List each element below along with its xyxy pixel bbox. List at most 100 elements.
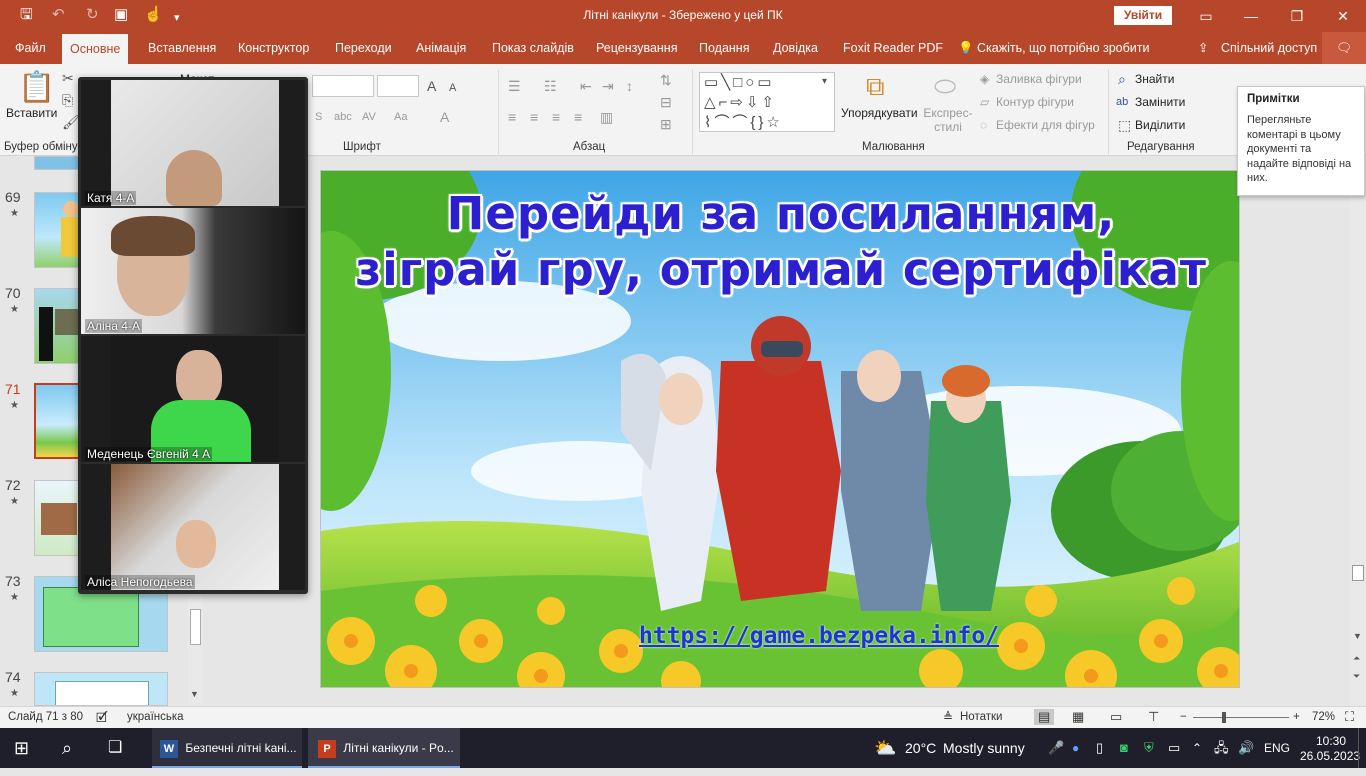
zoom-app-icon[interactable]: ● xyxy=(1072,728,1079,768)
task-view-icon[interactable]: ❏ xyxy=(108,728,122,768)
shapes-scroll-icon[interactable]: ▾ xyxy=(822,74,827,90)
bullets-icon[interactable]: ☰ xyxy=(508,78,521,94)
weather-icon[interactable]: ⛅ xyxy=(874,728,896,768)
paste-button[interactable]: Вставити xyxy=(6,106,57,120)
align-center-icon[interactable]: ≡ xyxy=(530,109,538,125)
current-slide[interactable]: Перейди за посиланням, зіграй гру, отрим… xyxy=(320,170,1240,688)
zoom-slider[interactable] xyxy=(1193,717,1289,718)
display-icon[interactable]: ▭ xyxy=(1168,728,1180,768)
zoom-slider-thumb[interactable] xyxy=(1222,712,1226,723)
close-button[interactable]: ✕ xyxy=(1320,0,1366,32)
tab-transitions[interactable]: Переходи xyxy=(335,32,392,64)
arrange-button[interactable]: Упорядкувати xyxy=(841,106,918,120)
participant-tile[interactable]: Аліса Непогодьева xyxy=(81,464,305,590)
ribbon-display-icon[interactable]: ▭ xyxy=(1183,0,1229,32)
participant-tile[interactable]: Аліна 4-А xyxy=(81,208,305,334)
participant-tile[interactable]: Меденець Євгеній 4 А xyxy=(81,336,305,462)
copy-icon[interactable]: ⎘ xyxy=(62,92,73,108)
find-button[interactable]: Знайти xyxy=(1135,72,1174,86)
tab-animations[interactable]: Анімація xyxy=(416,32,466,64)
taskbar-powerpoint-item[interactable]: P Літні канікули - Po... xyxy=(308,728,460,768)
replace-button[interactable]: Замінити xyxy=(1135,95,1185,109)
slide-scrollbar[interactable]: ▼ ⏶ ⏷ xyxy=(1350,157,1366,706)
tab-review[interactable]: Рецензування xyxy=(596,32,677,64)
restore-button[interactable]: ❐ xyxy=(1274,0,1320,32)
align-left-icon[interactable]: ≡ xyxy=(508,109,516,125)
increase-indent-icon[interactable]: ⇥ xyxy=(602,78,614,94)
font-color-icon[interactable]: A xyxy=(440,109,449,125)
font-name-select[interactable] xyxy=(312,75,374,97)
thumbnail-slide-74[interactable] xyxy=(34,672,168,706)
slide-title-line-2[interactable]: зіграй гру, отримай сертифікат xyxy=(321,243,1239,296)
change-case-icon[interactable]: Aa xyxy=(394,109,407,125)
decrease-font-icon[interactable]: A xyxy=(449,80,456,96)
slide-sorter-icon[interactable]: ▦ xyxy=(1072,709,1084,725)
tab-design[interactable]: Конструктор xyxy=(238,32,309,64)
tab-home[interactable]: Основне xyxy=(62,34,129,64)
app-tray-icon[interactable]: ◙ xyxy=(1120,728,1128,768)
search-icon[interactable]: ⌕ xyxy=(62,728,72,768)
text-direction-icon[interactable]: ⇅ xyxy=(660,72,672,88)
tab-help[interactable]: Довідка xyxy=(773,32,818,64)
scroll-down-icon[interactable]: ▼ xyxy=(190,689,199,699)
notes-icon[interactable]: ≜ xyxy=(943,710,953,724)
slideshow-icon[interactable]: ⊤ xyxy=(1148,709,1159,725)
shape-fill-button[interactable]: Заливка фігури xyxy=(996,72,1082,86)
prev-slide-icon[interactable]: ⏶ xyxy=(1353,653,1360,664)
zoom-out-button[interactable]: − xyxy=(1180,711,1187,723)
decrease-indent-icon[interactable]: ⇤ xyxy=(580,78,592,94)
clock-date[interactable]: 26.05.2023 xyxy=(1300,736,1360,776)
shape-outline-button[interactable]: Контур фігури xyxy=(996,95,1074,109)
quick-styles-icon[interactable]: ⬭ xyxy=(934,72,956,100)
tab-view[interactable]: Подання xyxy=(699,32,749,64)
justify-icon[interactable]: ≡ xyxy=(574,109,582,125)
volume-icon[interactable]: 🔊 xyxy=(1238,728,1254,768)
tab-insert[interactable]: Вставлення xyxy=(148,32,216,64)
microphone-icon[interactable]: 🎤 xyxy=(1048,728,1064,768)
shape-outline-icon[interactable]: ▱ xyxy=(980,95,989,109)
strikethrough-icon[interactable]: S xyxy=(315,109,322,125)
tab-slideshow[interactable]: Показ слайдів xyxy=(492,32,574,64)
tell-me-input[interactable]: Скажіть, що потрібно зробити xyxy=(977,32,1150,64)
scroll-down-icon[interactable]: ▼ xyxy=(1353,631,1362,641)
signin-button[interactable]: Увійти xyxy=(1114,6,1172,25)
device-icon[interactable]: ▯ xyxy=(1096,728,1103,768)
align-text-icon[interactable]: ⊟ xyxy=(660,94,672,110)
find-icon[interactable]: ⌕ xyxy=(1118,71,1126,87)
shape-fill-icon[interactable]: ◈ xyxy=(980,72,989,86)
zoom-in-button[interactable]: + xyxy=(1293,711,1300,723)
tab-foxit[interactable]: Foxit Reader PDF xyxy=(843,32,943,64)
show-desktop-button[interactable] xyxy=(1358,728,1366,768)
game-link[interactable]: https://game.bezpeka.info/ xyxy=(639,623,999,649)
char-spacing-icon[interactable]: abc xyxy=(334,109,352,125)
cut-icon[interactable]: ✂ xyxy=(62,70,74,86)
paste-icon[interactable]: 📋 xyxy=(18,72,55,104)
quick-styles-button[interactable]: Експрес-стилі xyxy=(922,106,974,134)
notes-button[interactable]: Нотатки xyxy=(960,711,1002,723)
shape-effects-icon[interactable]: ◌ xyxy=(980,118,987,132)
spacing-icon[interactable]: AV xyxy=(362,109,376,125)
minimize-button[interactable]: — xyxy=(1228,0,1274,32)
select-button[interactable]: Виділити xyxy=(1135,118,1185,132)
taskbar-word-item[interactable]: W Безпечні літні kані... xyxy=(152,728,302,768)
smartart-icon[interactable]: ⊞ xyxy=(660,116,672,132)
increase-font-icon[interactable]: A xyxy=(427,78,436,94)
numbering-icon[interactable]: ☷ xyxy=(544,78,557,94)
show-hidden-icons[interactable]: ⌃ xyxy=(1192,728,1202,768)
next-slide-icon[interactable]: ⏷ xyxy=(1353,671,1360,682)
network-icon[interactable]: 🖧 xyxy=(1214,728,1229,768)
input-language[interactable]: ENG xyxy=(1264,728,1290,768)
line-spacing-icon[interactable]: ↕ xyxy=(626,78,633,94)
font-size-select[interactable] xyxy=(377,75,419,97)
fit-to-window-icon[interactable]: ⛶ xyxy=(1345,709,1354,725)
align-right-icon[interactable]: ≡ xyxy=(552,109,560,125)
replace-icon[interactable]: ab xyxy=(1116,94,1128,110)
arrange-icon[interactable]: ⧉ xyxy=(866,72,885,100)
tab-file[interactable]: Файл xyxy=(15,32,46,64)
shapes-gallery[interactable]: ▭╲□○▭ △⌐⇨⇩⇧ ⌇⌒⌒{}☆ xyxy=(699,72,835,132)
participant-tile[interactable]: Катя 4-А xyxy=(81,80,305,206)
video-call-panel[interactable]: Катя 4-А Аліна 4-А Меденець Євгеній 4 А … xyxy=(78,77,308,594)
share-button[interactable]: Спільний доступ xyxy=(1221,32,1317,64)
columns-icon[interactable]: ▥ xyxy=(600,109,613,125)
shape-effects-button[interactable]: Ефекти для фігур xyxy=(996,118,1095,132)
